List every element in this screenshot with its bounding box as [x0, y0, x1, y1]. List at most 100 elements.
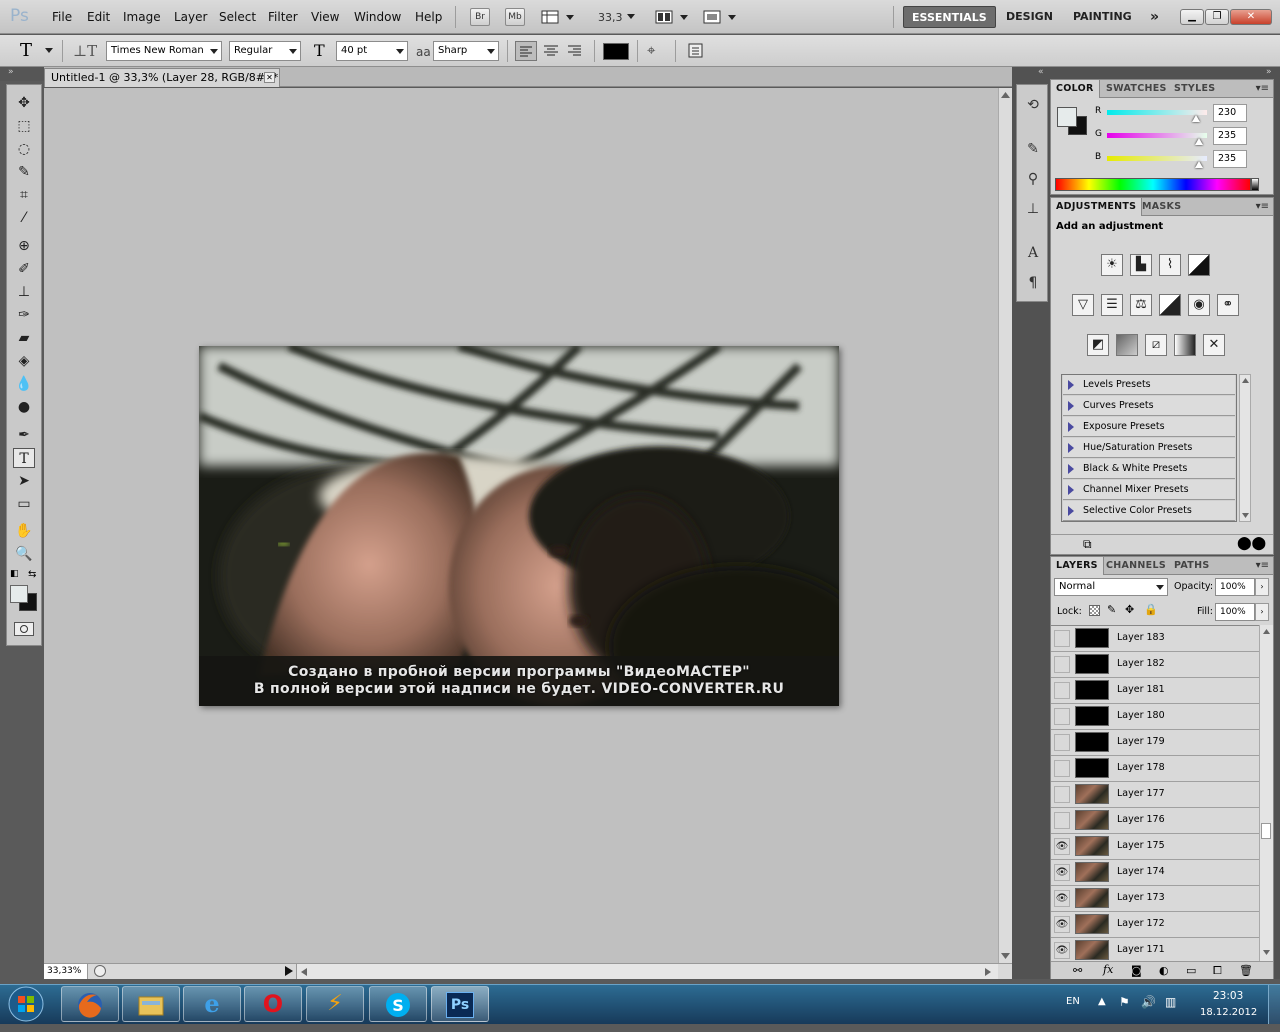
taskbar-winamp[interactable]: ⚡ [306, 986, 364, 1022]
healing-brush-tool-icon[interactable]: ⊕ [13, 236, 35, 256]
view-extras-button[interactable] [541, 9, 577, 25]
workspace-design[interactable]: DESIGN [998, 6, 1061, 28]
delete-layer-icon[interactable]: 🗑 [1239, 964, 1253, 977]
hue-saturation-icon[interactable]: ☰ [1101, 294, 1123, 316]
vibrance-icon[interactable]: ▽ [1072, 294, 1094, 316]
menu-edit[interactable]: Edit [87, 10, 110, 24]
mode-toggle-icon[interactable]: ⬤⬤ [1237, 536, 1266, 551]
layer-row[interactable]: 👁 Layer 171 [1051, 938, 1259, 961]
panel-menu-icon[interactable]: ▾≡ [1256, 83, 1269, 94]
marquee-tool-icon[interactable]: ⬚ [13, 116, 35, 136]
black-white-icon[interactable] [1159, 294, 1181, 316]
menu-file[interactable]: File [52, 10, 72, 24]
presets-scrollbar[interactable] [1239, 374, 1251, 522]
pen-tool-icon[interactable]: ✒ [13, 425, 35, 445]
preset-exposure[interactable]: Exposure Presets [1063, 417, 1235, 437]
panel-menu-icon[interactable]: ▾≡ [1256, 560, 1269, 571]
lock-all-icon[interactable]: 🔒 [1144, 603, 1158, 616]
fill-field[interactable]: 100% [1215, 603, 1255, 621]
scroll-right-icon[interactable] [985, 968, 991, 976]
antialias-select[interactable]: Sharp [433, 41, 499, 61]
exposure-icon[interactable] [1188, 254, 1210, 276]
visibility-eye-icon[interactable] [1054, 682, 1070, 699]
blue-slider-handle[interactable] [1195, 161, 1203, 168]
scroll-up-icon[interactable] [1263, 629, 1270, 634]
brush-presets-panel-icon[interactable]: ✎ [1023, 139, 1043, 159]
bridge-button[interactable]: Br [470, 8, 490, 26]
eraser-tool-icon[interactable]: ▰ [13, 328, 35, 348]
tab-adjustments[interactable]: ADJUSTMENTS [1051, 198, 1143, 216]
menu-filter[interactable]: Filter [268, 10, 298, 24]
scroll-left-icon[interactable] [301, 968, 307, 976]
threshold-icon[interactable]: ⧄ [1145, 334, 1167, 356]
scroll-down-icon[interactable] [1001, 953, 1010, 959]
clone-source-panel-icon[interactable]: ⚲ [1023, 169, 1043, 189]
font-family-select[interactable]: Times New Roman [106, 41, 222, 61]
network-icon[interactable]: ▥ [1165, 995, 1176, 1009]
color-balance-icon[interactable]: ⚖ [1130, 294, 1152, 316]
menu-select[interactable]: Select [219, 10, 256, 24]
preset-channel-mixer[interactable]: Channel Mixer Presets [1063, 480, 1235, 500]
black-white-ramp[interactable] [1251, 178, 1259, 191]
layer-mask-icon[interactable]: ◙ [1131, 964, 1142, 977]
taskbar-skype[interactable]: S [369, 986, 427, 1022]
dodge-tool-icon[interactable]: ● [13, 397, 35, 417]
hand-tool-icon[interactable]: ✋ [13, 521, 35, 541]
menu-layer[interactable]: Layer [174, 10, 207, 24]
visibility-eye-icon[interactable] [1054, 708, 1070, 725]
menu-image[interactable]: Image [123, 10, 161, 24]
link-layers-icon[interactable]: ⚯ [1073, 964, 1082, 977]
tab-paths[interactable]: PATHS [1169, 557, 1214, 575]
brightness-contrast-icon[interactable]: ☀ [1101, 254, 1123, 276]
paint-bucket-tool-icon[interactable]: ◈ [13, 351, 35, 371]
screen-mode-button[interactable] [703, 9, 739, 25]
panel-menu-icon[interactable]: ▾≡ [1256, 201, 1269, 212]
clock-date[interactable]: 18.12.2012 [1200, 1007, 1257, 1018]
zoom-tool-icon[interactable]: 🔍 [13, 544, 35, 564]
posterize-icon[interactable] [1116, 334, 1138, 356]
arrange-documents-button[interactable] [655, 9, 691, 25]
scroll-down-icon[interactable] [1242, 513, 1249, 518]
scroll-up-icon[interactable] [1001, 92, 1010, 98]
layer-row[interactable]: 👁 Layer 173 [1051, 886, 1259, 912]
lock-image-icon[interactable]: ✎ [1107, 603, 1116, 616]
taskbar-firefox[interactable] [61, 986, 119, 1022]
tab-masks[interactable]: MASKS [1137, 198, 1186, 216]
crop-tool-icon[interactable]: ⌗ [13, 185, 35, 205]
green-slider-handle[interactable] [1195, 138, 1203, 145]
layer-row[interactable]: Layer 176 [1051, 808, 1259, 834]
horizontal-scrollbar[interactable] [296, 964, 998, 979]
menu-window[interactable]: Window [354, 10, 401, 24]
red-slider-handle[interactable] [1192, 115, 1200, 122]
red-value-field[interactable]: 230 [1213, 104, 1247, 122]
show-desktop-button[interactable] [1268, 985, 1280, 1024]
quick-mask-button[interactable] [14, 622, 34, 636]
swap-colors-icon[interactable]: ⇆ [28, 569, 36, 580]
visibility-eye-icon[interactable] [1054, 656, 1070, 673]
color-spectrum-bar[interactable] [1055, 178, 1251, 191]
text-orientation-icon[interactable]: ⊥T [73, 42, 97, 60]
layer-style-icon[interactable]: fx [1103, 963, 1113, 976]
document-tab[interactable]: Untitled-1 @ 33,3% (Layer 28, RGB/8#) * … [44, 68, 280, 87]
type-tool-icon[interactable]: T [13, 448, 35, 468]
lock-transparent-icon[interactable] [1089, 605, 1100, 616]
layer-row[interactable]: Layer 182 [1051, 652, 1259, 678]
lasso-tool-icon[interactable]: ◌ [13, 139, 35, 159]
chevron-down-icon[interactable] [626, 13, 636, 21]
taskbar-opera[interactable]: O [244, 986, 302, 1022]
visibility-eye-icon[interactable] [1054, 812, 1070, 829]
adjustment-layer-icon[interactable]: ◐ [1159, 964, 1169, 977]
zoom-level[interactable]: 33,3 [598, 11, 623, 24]
eyedropper-tool-icon[interactable]: ⁄ [13, 208, 35, 228]
photo-filter-icon[interactable]: ◉ [1188, 294, 1210, 316]
scroll-up-icon[interactable] [1242, 378, 1249, 383]
layer-row[interactable]: Layer 179 [1051, 730, 1259, 756]
tab-swatches[interactable]: SWATCHES [1101, 80, 1172, 98]
visibility-eye-icon[interactable] [1054, 786, 1070, 803]
visibility-eye-icon[interactable]: 👁 [1054, 890, 1070, 907]
type-tool-preset-icon[interactable]: T [20, 40, 32, 61]
curves-icon[interactable]: ⌇ [1159, 254, 1181, 276]
preset-curves[interactable]: Curves Presets [1063, 396, 1235, 416]
default-colors-icon[interactable]: ◧ [10, 569, 19, 579]
opacity-field[interactable]: 100% [1215, 578, 1255, 596]
